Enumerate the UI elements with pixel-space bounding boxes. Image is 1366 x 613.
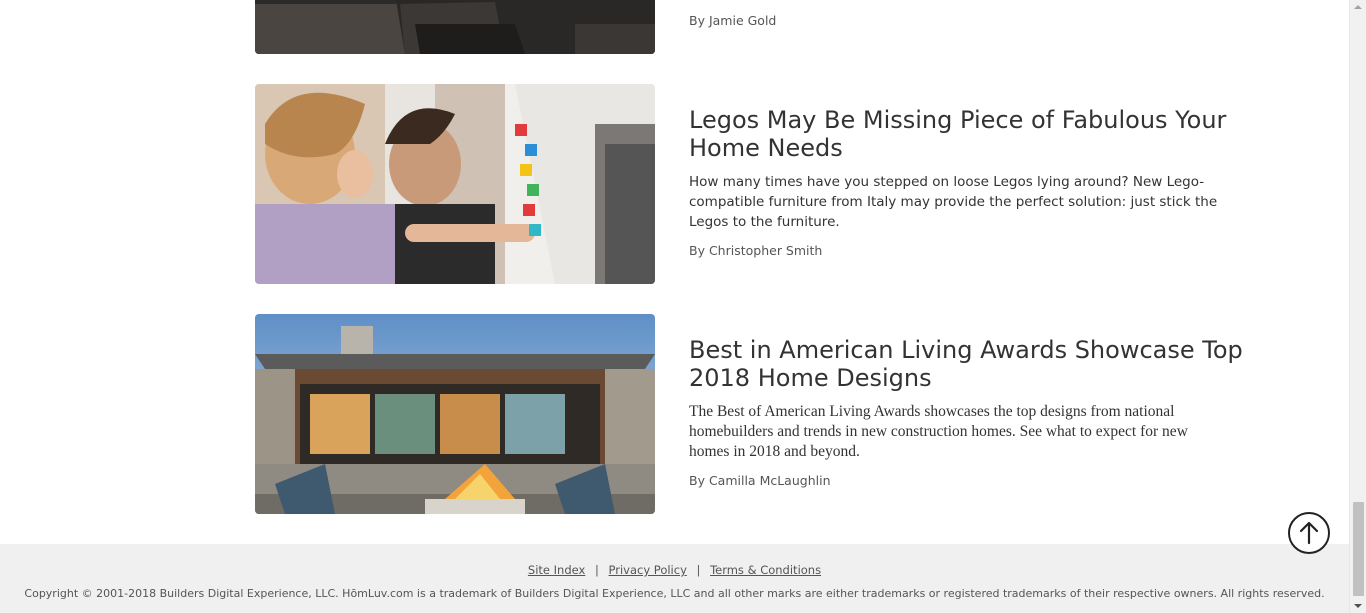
article-3-title-link[interactable]: Best in American Living Awards Showcase … xyxy=(689,336,1243,392)
scroll-down-arrow-icon[interactable] xyxy=(1354,604,1362,608)
footer: Site Index | Privacy Policy | Terms & Co… xyxy=(0,544,1349,613)
article-2-author-link[interactable]: By Christopher Smith xyxy=(689,243,822,258)
footer-links: Site Index | Privacy Policy | Terms & Co… xyxy=(0,563,1349,577)
article-1-thumbnail[interactable] xyxy=(255,0,655,54)
back-to-top-button[interactable] xyxy=(1288,512,1330,554)
site-index-link[interactable]: Site Index xyxy=(528,563,585,577)
arrow-up-icon xyxy=(1299,521,1319,545)
article-3-thumbnail[interactable] xyxy=(255,314,655,514)
footer-separator: | xyxy=(696,563,701,577)
terms-conditions-link[interactable]: Terms & Conditions xyxy=(710,563,821,577)
kitchen-photo xyxy=(255,0,655,54)
article-3-author-link[interactable]: By Camilla McLaughlin xyxy=(689,473,831,488)
article-3-title: Best in American Living Awards Showcase … xyxy=(689,336,1249,392)
copyright-text: Copyright © 2001-2018 Builders Digital E… xyxy=(24,587,1325,600)
article-2-description: How many times have you stepped on loose… xyxy=(689,174,1218,230)
footer-separator: | xyxy=(594,563,599,577)
article-3-description: The Best of American Living Awards showc… xyxy=(689,403,1188,460)
privacy-policy-link[interactable]: Privacy Policy xyxy=(609,563,687,577)
vertical-scrollbar[interactable] xyxy=(1349,0,1366,613)
legos-photo xyxy=(255,84,655,284)
article-2-author: By Christopher Smith xyxy=(689,243,822,258)
article-2-title: Legos May Be Missing Piece of Fabulous Y… xyxy=(689,106,1249,162)
scrollbar-thumb[interactable] xyxy=(1353,502,1364,596)
article-list: By Jamie Gold Legos May Be Missing Piece… xyxy=(0,0,1349,544)
article-3-author: By Camilla McLaughlin xyxy=(689,473,831,488)
article-1-author: By Jamie Gold xyxy=(689,13,776,28)
article-2-thumbnail[interactable] xyxy=(255,84,655,284)
scroll-up-arrow-icon[interactable] xyxy=(1354,5,1362,9)
house-photo xyxy=(255,314,655,514)
article-1-author-link[interactable]: By Jamie Gold xyxy=(689,13,776,28)
article-2-title-link[interactable]: Legos May Be Missing Piece of Fabulous Y… xyxy=(689,106,1226,162)
